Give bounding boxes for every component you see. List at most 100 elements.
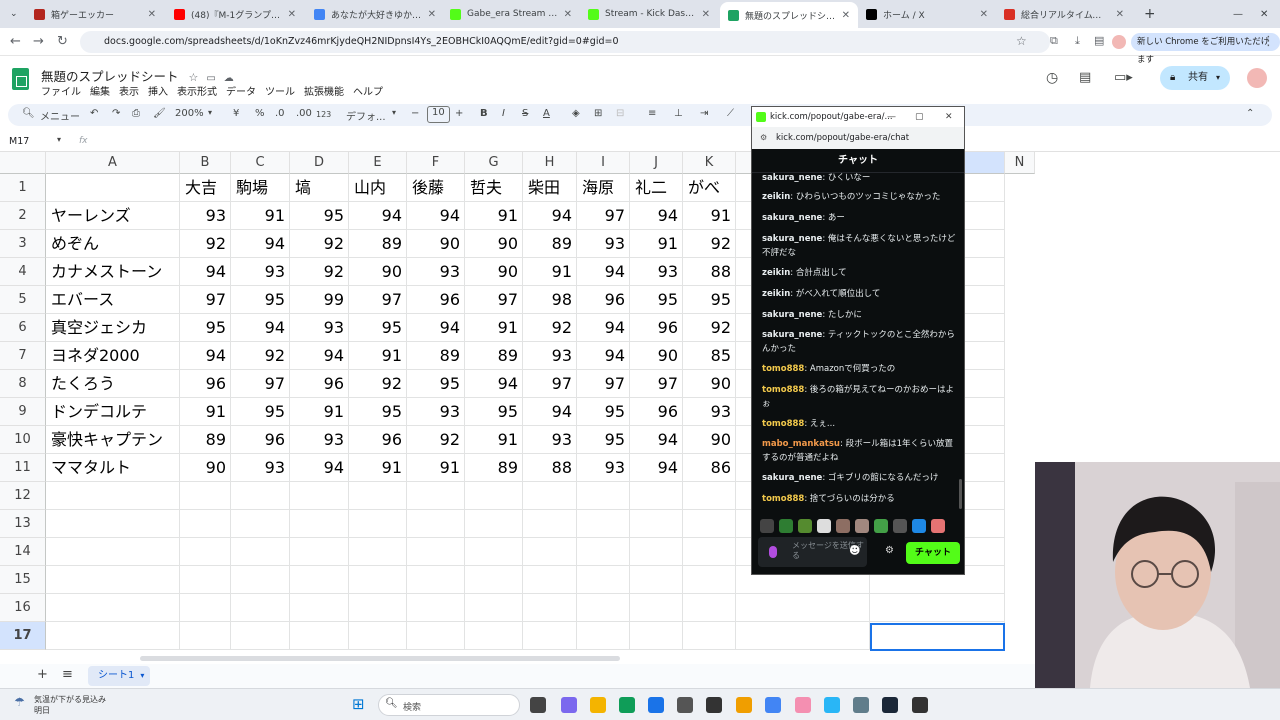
grid-cell[interactable] — [683, 594, 736, 622]
font-size-minus[interactable]: − — [411, 108, 419, 119]
score-cell[interactable]: 91 — [523, 258, 577, 286]
menu-item[interactable]: ファイル — [41, 83, 81, 98]
tab-search-button[interactable]: ⌄ — [2, 3, 22, 25]
close-tab-icon[interactable]: ✕ — [842, 10, 850, 21]
grid-cell[interactable] — [683, 622, 736, 650]
grid-cell[interactable] — [231, 566, 290, 594]
settings-icon[interactable] — [853, 697, 869, 713]
grid-cell[interactable] — [46, 622, 180, 650]
score-cell[interactable]: 91 — [349, 342, 407, 370]
header-cell[interactable]: 塙 — [290, 174, 349, 202]
score-cell[interactable]: 90 — [683, 370, 736, 398]
score-cell[interactable]: 96 — [290, 370, 349, 398]
emote-icon[interactable] — [912, 519, 926, 533]
grid-cell[interactable] — [465, 538, 523, 566]
score-cell[interactable]: 97 — [349, 286, 407, 314]
emote-icon[interactable] — [893, 519, 907, 533]
grid-cell[interactable] — [683, 566, 736, 594]
italic-button[interactable]: I — [502, 108, 505, 119]
grid-cell[interactable] — [465, 566, 523, 594]
row-header[interactable]: 12 — [0, 482, 46, 510]
search-menu-label[interactable]: メニュー — [40, 108, 80, 123]
popup-url-bar[interactable]: ⚙ kick.com/popout/gabe-era/chat — [752, 127, 964, 149]
contestant-name-cell[interactable]: たくろう — [46, 370, 180, 398]
chat-username[interactable]: sakura_nene — [762, 173, 822, 183]
score-cell[interactable]: 93 — [407, 398, 465, 426]
row-header[interactable]: 16 — [0, 594, 46, 622]
score-cell[interactable]: 97 — [180, 286, 231, 314]
edge-icon[interactable] — [619, 697, 635, 713]
grid-cell[interactable] — [407, 594, 465, 622]
menu-item[interactable]: 拡張機能 — [304, 83, 344, 98]
site-info-icon[interactable]: ⚙ — [760, 127, 767, 149]
column-header[interactable]: G — [465, 152, 523, 174]
grid-cell[interactable] — [231, 538, 290, 566]
start-menu-icon[interactable]: ⊞ — [352, 695, 365, 713]
score-cell[interactable]: 91 — [180, 398, 231, 426]
grid-cell[interactable] — [523, 594, 577, 622]
browser-tab[interactable]: あなたが大好きゆかりちゃん... ✕ — [306, 3, 444, 25]
horizontal-scrollbar[interactable] — [140, 656, 620, 661]
score-cell[interactable]: 95 — [231, 398, 290, 426]
header-cell[interactable]: 駒場 — [231, 174, 290, 202]
score-cell[interactable]: 92 — [180, 230, 231, 258]
score-cell[interactable]: 89 — [407, 342, 465, 370]
score-cell[interactable]: 94 — [523, 202, 577, 230]
steam-icon[interactable] — [882, 697, 898, 713]
grid-cell[interactable] — [630, 594, 683, 622]
score-cell[interactable]: 94 — [630, 202, 683, 230]
emote-icon[interactable] — [779, 519, 793, 533]
column-header[interactable]: B — [180, 152, 231, 174]
score-cell[interactable]: 91 — [465, 426, 523, 454]
score-cell[interactable]: 95 — [180, 314, 231, 342]
grid-cell[interactable] — [349, 622, 407, 650]
close-tab-icon[interactable]: ✕ — [564, 9, 572, 20]
chat-username[interactable]: sakura_nene — [762, 310, 822, 320]
chat-username[interactable]: tomo888 — [762, 419, 804, 429]
score-cell[interactable]: 94 — [577, 258, 630, 286]
column-header[interactable]: J — [630, 152, 683, 174]
grid-cell[interactable] — [465, 510, 523, 538]
score-cell[interactable]: 93 — [407, 258, 465, 286]
minimize-icon[interactable]: — — [1225, 3, 1245, 25]
grid-cell[interactable] — [180, 594, 231, 622]
close-icon[interactable]: ✕ — [945, 107, 953, 127]
score-cell[interactable]: 94 — [630, 454, 683, 482]
score-cell[interactable]: 91 — [349, 454, 407, 482]
emote-icon[interactable] — [836, 519, 850, 533]
close-window-icon[interactable]: ✕ — [1252, 3, 1272, 25]
print-icon[interactable]: ⎙ — [132, 108, 140, 119]
browser-tab[interactable]: (48)『M-1グランプリ』を観な... ✕ — [166, 3, 304, 25]
chat-username[interactable]: tomo888 — [762, 364, 804, 374]
chat-username[interactable]: sakura_nene — [762, 473, 822, 483]
url-field[interactable]: docs.google.com/spreadsheets/d/1oKnZvz46… — [80, 31, 1050, 53]
history-icon[interactable]: ◷ — [1046, 70, 1058, 86]
score-cell[interactable]: 93 — [290, 314, 349, 342]
text-color-button[interactable]: A — [543, 108, 550, 119]
score-cell[interactable]: 94 — [231, 230, 290, 258]
score-cell[interactable]: 89 — [180, 426, 231, 454]
grid-cell[interactable] — [577, 482, 630, 510]
app-icon[interactable] — [736, 697, 752, 713]
grid-cell[interactable] — [683, 482, 736, 510]
score-cell[interactable]: 90 — [683, 426, 736, 454]
row-header[interactable]: 4 — [0, 258, 46, 286]
score-cell[interactable]: 95 — [349, 314, 407, 342]
grid-cell[interactable] — [180, 566, 231, 594]
score-cell[interactable]: 92 — [290, 230, 349, 258]
chat-send-button[interactable]: チャット — [906, 542, 960, 564]
score-cell[interactable]: 97 — [231, 370, 290, 398]
app-icon[interactable] — [706, 697, 722, 713]
selected-cell-M17[interactable] — [870, 623, 1005, 651]
grid-cell[interactable] — [630, 482, 683, 510]
grid-cell[interactable] — [231, 482, 290, 510]
text-rotate-icon[interactable]: ⟋ — [727, 108, 734, 119]
row-header[interactable]: 10 — [0, 426, 46, 454]
menu-item[interactable]: ツール — [265, 83, 295, 98]
new-tab-button[interactable]: + — [1136, 3, 1154, 25]
chat-username[interactable]: sakura_nene — [762, 330, 822, 340]
menu-item[interactable]: 表示形式 — [177, 83, 217, 98]
chrome-update-button[interactable]: 新しい Chrome をご利用いただけます — [1131, 33, 1280, 65]
contestant-name-cell[interactable]: ヨネダ2000 — [46, 342, 180, 370]
row-header[interactable]: 15 — [0, 566, 46, 594]
